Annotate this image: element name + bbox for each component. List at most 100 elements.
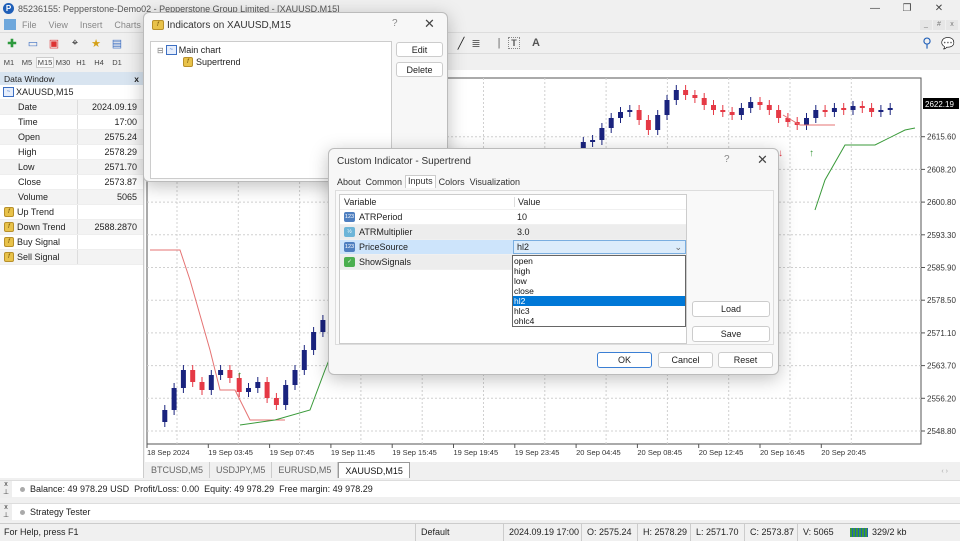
menu-insert[interactable]: Insert <box>80 20 103 30</box>
data-window: Data Window x ~ XAUUSD,M15 Date 2024.09.1… <box>0 72 144 478</box>
tree-node-supertrend[interactable]: f Supertrend <box>183 57 391 67</box>
mdi-close-button[interactable]: x <box>946 20 958 30</box>
market-watch-icon[interactable]: ▣ <box>45 35 63 51</box>
data-row-date: Date 2024.09.19 <box>0 100 143 115</box>
timeframe-m5[interactable]: M5 <box>18 58 36 67</box>
data-label: Date <box>0 100 78 114</box>
grid-header: Variable Value <box>340 195 686 210</box>
chevron-down-icon[interactable]: ⌄ <box>674 242 682 253</box>
candle-body <box>729 112 735 115</box>
column-value: Value <box>514 197 686 207</box>
custom-close-button[interactable]: ✕ <box>757 152 768 168</box>
collapse-icon[interactable]: ⊟ <box>157 46 164 55</box>
close-window-button[interactable]: ✕ <box>924 0 954 17</box>
data-label: Volume <box>0 190 78 204</box>
data-window-title: Data Window <box>4 73 55 84</box>
tab-visualization[interactable]: Visualization <box>468 177 522 188</box>
price-label: 2585.90 <box>927 264 956 273</box>
param-value[interactable]: 10 <box>514 212 686 222</box>
param-row-atrperiod[interactable]: 123 ATRPeriod 10 <box>340 210 686 225</box>
data-value: 17:00 <box>114 117 137 127</box>
navigator-icon[interactable]: ▤ <box>108 35 126 51</box>
crosshair-icon[interactable]: ⌖ <box>66 35 84 51</box>
param-value[interactable]: 3.0 <box>514 227 686 237</box>
indicators-close-button[interactable]: ✕ <box>424 16 435 32</box>
timeframe-h4[interactable]: H4 <box>90 58 108 67</box>
time-label: 19 Sep 15:45 <box>392 448 437 457</box>
search-icon[interactable]: ⚲ <box>918 35 936 51</box>
tab-xauusd[interactable]: XAUUSD,M15 <box>338 462 410 478</box>
tab-eurusd[interactable]: EURUSD,M5 <box>272 462 339 478</box>
menu-file[interactable]: File <box>22 20 37 30</box>
restore-button[interactable]: ❐ <box>892 0 922 17</box>
tree-node-main-chart[interactable]: ⊟ ~ Main chart <box>157 45 391 55</box>
timeframe-m15[interactable]: M15 <box>36 56 54 68</box>
candle-body <box>246 388 251 392</box>
menu-view[interactable]: View <box>49 20 68 30</box>
custom-help-button[interactable]: ? <box>724 154 730 165</box>
indicators-help-button[interactable]: ? <box>392 18 398 29</box>
price-label: 2556.20 <box>927 394 956 403</box>
tester-close-icon[interactable]: x ⊥ <box>0 503 12 521</box>
tabs-scroll-arrows[interactable]: ‹ › <box>941 468 948 475</box>
profiles-icon[interactable]: ▭ <box>24 35 42 51</box>
chat-icon[interactable]: 💬 <box>939 35 957 51</box>
option-close[interactable]: close <box>513 286 685 296</box>
toolbox-panel: x ⊥ Balance: 49 978.29 USD Profit/Loss: 0… <box>0 480 960 498</box>
minimize-button[interactable]: — <box>860 0 890 17</box>
vertical-line-icon[interactable]: | <box>490 35 508 51</box>
candle-body <box>264 382 270 398</box>
data-row-close: Close 2573.87 <box>0 175 143 190</box>
toolbox-close-icon[interactable]: x ⊥ <box>0 480 12 498</box>
option-high[interactable]: high <box>513 266 685 276</box>
tab-usdjpy[interactable]: USDJPY,M5 <box>210 462 273 478</box>
tab-inputs[interactable]: Inputs <box>405 175 436 188</box>
menu-charts[interactable]: Charts <box>114 20 141 30</box>
price-source-select[interactable]: hl2 ⌄ <box>512 240 686 254</box>
reset-button[interactable]: Reset <box>718 352 773 368</box>
option-hlc3[interactable]: hlc3 <box>513 306 685 316</box>
text-label-icon[interactable]: A <box>527 35 545 51</box>
new-chart-icon[interactable]: ✚ <box>3 35 21 51</box>
edit-button[interactable]: Edit <box>396 42 443 57</box>
ok-button[interactable]: OK <box>597 352 652 368</box>
candle-body <box>227 370 233 378</box>
favorites-icon[interactable]: ★ <box>87 35 105 51</box>
tab-btcusd[interactable]: BTCUSD,M5 <box>145 462 211 478</box>
tab-about[interactable]: About <box>335 177 363 188</box>
candle-body <box>887 108 893 110</box>
tab-common[interactable]: Common <box>364 177 405 188</box>
param-row-pricesource[interactable]: 123 PriceSource hl2 ⌄ <box>340 240 686 255</box>
data-row-time: Time 17:00 <box>0 115 143 130</box>
option-hl2[interactable]: hl2 <box>513 296 685 306</box>
low-status: L: 2571.70 <box>690 523 744 541</box>
data-value: 5065 <box>116 192 137 202</box>
candle-body <box>673 90 679 100</box>
text-icon[interactable]: T <box>508 37 520 49</box>
data-window-close-button[interactable]: x <box>134 74 139 84</box>
candle-body <box>869 108 875 112</box>
mdi-restore-button[interactable]: # <box>933 20 945 30</box>
fibonacci-icon[interactable]: ≣ <box>467 35 485 51</box>
timeframe-d1[interactable]: D1 <box>108 58 126 67</box>
load-button[interactable]: Load <box>692 301 770 317</box>
price-source-dropdown-list: open high low close hl2 hlc3 ohlc4 <box>512 255 686 327</box>
delete-button[interactable]: Delete <box>396 62 443 77</box>
option-open[interactable]: open <box>513 256 685 266</box>
timeframe-m1[interactable]: M1 <box>0 58 18 67</box>
timeframe-h1[interactable]: H1 <box>72 58 90 67</box>
save-button[interactable]: Save <box>692 326 770 342</box>
cancel-button[interactable]: Cancel <box>658 352 713 368</box>
data-label: Sell Signal <box>17 252 60 262</box>
price-label: 2608.20 <box>927 165 956 174</box>
option-ohlc4[interactable]: ohlc4 <box>513 316 685 326</box>
tab-colors[interactable]: Colors <box>437 177 467 188</box>
candle-body <box>701 98 707 105</box>
mdi-minimize-button[interactable]: _ <box>920 20 932 30</box>
chart-tabs: BTCUSD,M5 USDJPY,M5 EURUSD,M5 XAUUSD,M15… <box>145 462 960 478</box>
option-low[interactable]: low <box>513 276 685 286</box>
indicator-row-sell-signal: f Sell Signal <box>0 250 143 265</box>
candle-body <box>822 110 828 112</box>
param-row-atrmultiplier[interactable]: ½ ATRMultiplier 3.0 <box>340 225 686 240</box>
timeframe-m30[interactable]: M30 <box>54 58 72 67</box>
